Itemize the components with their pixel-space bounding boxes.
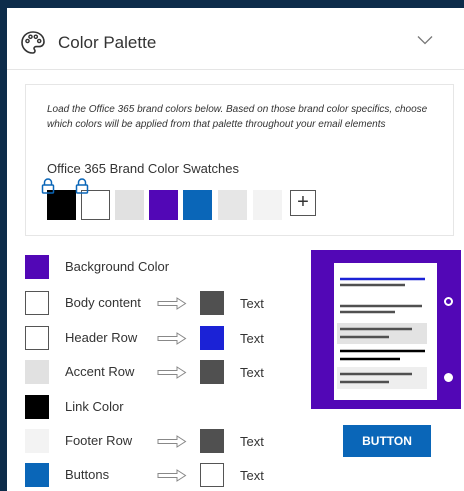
element-color-row: Background Color bbox=[7, 255, 307, 279]
palette-icon bbox=[21, 31, 45, 54]
element-label: Header Row bbox=[65, 330, 138, 345]
element-color-row: Accent Row Text bbox=[7, 360, 307, 384]
element-color-row: Buttons Text bbox=[7, 463, 307, 487]
color-chip[interactable] bbox=[25, 360, 49, 384]
text-label: Text bbox=[240, 331, 264, 346]
text-color-chip[interactable] bbox=[200, 291, 224, 315]
email-preview bbox=[311, 250, 461, 409]
brand-swatch[interactable] bbox=[149, 190, 178, 220]
element-label: Body content bbox=[65, 295, 141, 310]
text-color-chip[interactable] bbox=[200, 326, 224, 350]
arrow-right-icon bbox=[157, 469, 187, 482]
chevron-down-icon[interactable] bbox=[417, 35, 433, 45]
panel-header[interactable]: Color Palette bbox=[7, 8, 464, 70]
element-label: Buttons bbox=[65, 467, 110, 482]
swatches-title: Office 365 Brand Color Swatches bbox=[47, 161, 239, 176]
color-chip[interactable] bbox=[25, 255, 49, 279]
element-label: Accent Row bbox=[65, 364, 135, 379]
color-palette-panel: Color Palette Load the Office 365 brand … bbox=[7, 8, 464, 491]
add-swatch-button[interactable]: + bbox=[290, 190, 316, 216]
lock-icon[interactable] bbox=[41, 178, 55, 194]
text-color-chip[interactable] bbox=[200, 360, 224, 384]
element-color-row: Link Color bbox=[7, 395, 307, 419]
lock-icon[interactable] bbox=[75, 178, 89, 194]
brand-description: Load the Office 365 brand colors below. … bbox=[47, 104, 428, 130]
arrow-right-icon bbox=[157, 366, 187, 379]
element-label: Link Color bbox=[65, 399, 124, 414]
preview-button[interactable]: BUTTON bbox=[343, 425, 431, 457]
arrow-right-icon bbox=[157, 332, 187, 345]
text-color-chip[interactable] bbox=[200, 463, 224, 487]
color-chip[interactable] bbox=[25, 463, 49, 487]
brand-swatch[interactable] bbox=[115, 190, 144, 220]
element-label: Footer Row bbox=[65, 433, 133, 448]
brand-swatch[interactable] bbox=[47, 190, 76, 220]
element-color-row: Header Row Text bbox=[7, 326, 307, 350]
arrow-right-icon bbox=[157, 297, 187, 310]
preview-radio-hollow[interactable] bbox=[444, 297, 453, 306]
brand-swatch[interactable] bbox=[81, 190, 110, 220]
preview-radio-filled[interactable] bbox=[444, 373, 453, 382]
element-label: Background Color bbox=[65, 259, 170, 274]
color-chip[interactable] bbox=[25, 429, 49, 453]
color-chip[interactable] bbox=[25, 395, 49, 419]
panel-title: Color Palette bbox=[58, 33, 157, 52]
color-chip[interactable] bbox=[25, 326, 49, 350]
brand-colors-box: Load the Office 365 brand colors below. … bbox=[25, 84, 454, 236]
arrow-right-icon bbox=[157, 435, 187, 448]
brand-swatch[interactable] bbox=[218, 190, 247, 220]
text-label: Text bbox=[240, 365, 264, 380]
text-color-chip[interactable] bbox=[200, 429, 224, 453]
color-chip[interactable] bbox=[25, 291, 49, 315]
preview-document bbox=[334, 263, 437, 400]
brand-swatch[interactable] bbox=[253, 190, 282, 220]
element-color-row: Body content Text bbox=[7, 291, 307, 315]
text-label: Text bbox=[240, 468, 264, 483]
brand-swatch[interactable] bbox=[183, 190, 212, 220]
element-color-row: Footer Row Text bbox=[7, 429, 307, 453]
text-label: Text bbox=[240, 434, 264, 449]
text-label: Text bbox=[240, 296, 264, 311]
